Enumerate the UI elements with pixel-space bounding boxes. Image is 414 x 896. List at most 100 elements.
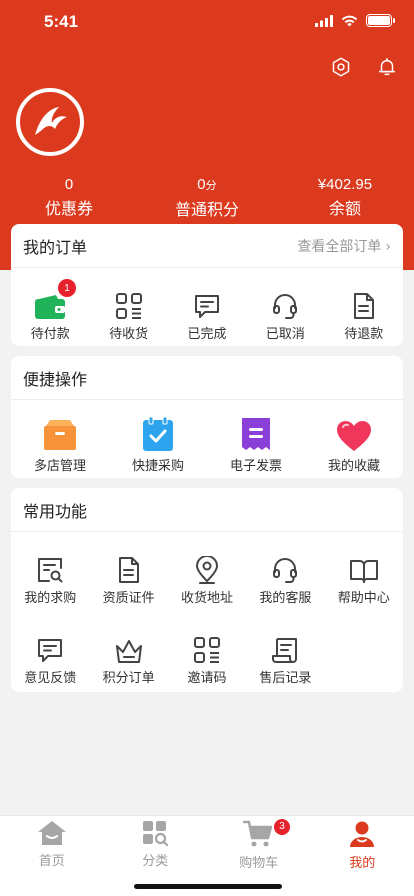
home-indicator xyxy=(134,884,282,889)
shortcut-multi-store[interactable]: 多店管理 xyxy=(11,412,109,476)
function-feedback[interactable]: 意见反馈 xyxy=(11,624,89,688)
avatar[interactable] xyxy=(16,88,84,156)
shortcut-label: 电子发票 xyxy=(229,459,282,474)
book-icon xyxy=(349,560,378,583)
crown-icon xyxy=(115,640,142,663)
function-label: 积分订单 xyxy=(102,671,155,686)
battery-icon xyxy=(366,14,395,27)
order-completed[interactable]: 已完成 xyxy=(168,280,246,344)
certificate-icon xyxy=(118,557,139,583)
tab-label: 我的 xyxy=(349,856,376,871)
stat-label: 优惠券 xyxy=(44,199,93,218)
order-pending-receipt[interactable]: 待收货 xyxy=(89,280,167,344)
shortcuts-header: 便捷操作 xyxy=(11,356,403,400)
stat-points[interactable]: 0分 普通积分 xyxy=(138,175,276,222)
tab-label: 首页 xyxy=(38,854,65,869)
shortcut-label: 多店管理 xyxy=(33,459,86,474)
function-certificates[interactable]: 资质证件 xyxy=(89,544,167,608)
cart-icon xyxy=(242,820,272,847)
view-all-label: 查看全部订单 xyxy=(297,238,382,255)
status-icons xyxy=(315,14,395,27)
shortcuts-card: 便捷操作 多店管理 快捷采购 电子发票 我的收藏 xyxy=(11,356,403,478)
order-label: 待收货 xyxy=(109,327,149,342)
function-label: 资质证件 xyxy=(102,591,155,606)
functions-card: 常用功能 我的求购 资质证件 收货地址 我的客服 帮助中心 意见反馈 积分订单 … xyxy=(11,488,403,692)
stat-value: 0 xyxy=(197,176,206,193)
status-bar: 5:41 xyxy=(0,0,414,44)
function-help-center[interactable]: 帮助中心 xyxy=(325,544,403,608)
receipt-icon xyxy=(242,418,270,450)
tab-profile[interactable]: 我的 xyxy=(311,816,414,871)
box-icon xyxy=(44,420,76,450)
stat-balance[interactable]: ¥402.95 余额 xyxy=(276,175,414,222)
order-pending-refund[interactable]: 待退款 xyxy=(325,280,403,344)
home-icon xyxy=(37,821,66,845)
order-label: 待退款 xyxy=(344,327,384,342)
order-label: 已完成 xyxy=(187,327,227,342)
category-icon xyxy=(143,821,169,847)
tab-home[interactable]: 首页 xyxy=(0,816,104,869)
signal-icon xyxy=(315,14,333,27)
function-points-orders[interactable]: 积分订单 xyxy=(89,624,167,688)
chevron-right-icon: › xyxy=(385,238,391,255)
function-label: 帮助中心 xyxy=(337,591,390,606)
brand-logo-icon xyxy=(35,107,67,135)
tab-cart[interactable]: 3 购物车 xyxy=(207,816,311,871)
function-invite-code[interactable]: 邀请码 xyxy=(168,624,246,688)
stat-value: 0 xyxy=(64,176,74,193)
stat-coupons[interactable]: 0 优惠券 xyxy=(0,175,138,222)
heart-icon xyxy=(337,421,371,451)
stat-unit: 分 xyxy=(205,180,217,192)
order-label: 待付款 xyxy=(30,327,70,342)
profile-icon xyxy=(350,821,375,847)
order-pending-payment[interactable]: 1 待付款 xyxy=(11,278,89,344)
shortcuts-title: 便捷操作 xyxy=(23,369,88,389)
function-label: 售后记录 xyxy=(259,671,312,686)
function-label: 我的求购 xyxy=(24,591,77,606)
stat-label: 余额 xyxy=(328,199,361,218)
orders-card: 我的订单 查看全部订单 › 1 待付款 待收货 已完成 已取消 待退款 xyxy=(11,224,403,346)
headset-icon xyxy=(273,294,298,319)
functions-header: 常用功能 xyxy=(11,488,403,532)
top-actions xyxy=(330,56,398,78)
orders-title: 我的订单 xyxy=(23,237,88,257)
bell-icon[interactable] xyxy=(376,56,398,78)
qr-box-icon xyxy=(115,293,142,319)
stats-row: 0 优惠券 0分 普通积分 ¥402.95 余额 xyxy=(0,175,414,222)
status-time: 5:41 xyxy=(44,12,79,31)
function-customer-service[interactable]: 我的客服 xyxy=(246,544,324,608)
shortcut-favorites[interactable]: 我的收藏 xyxy=(305,412,403,476)
cart-badge: 3 xyxy=(273,818,291,836)
location-icon xyxy=(195,556,218,584)
shortcut-quick-purchase[interactable]: 快捷采购 xyxy=(109,412,207,476)
function-my-requests[interactable]: 我的求购 xyxy=(11,544,89,608)
settings-icon[interactable] xyxy=(330,56,352,78)
functions-title: 常用功能 xyxy=(23,501,88,521)
document-icon xyxy=(353,293,374,319)
view-all-orders-link[interactable]: 查看全部订单 › xyxy=(297,236,391,256)
function-address[interactable]: 收货地址 xyxy=(168,544,246,608)
tab-label: 分类 xyxy=(142,854,169,869)
function-after-sales[interactable]: 售后记录 xyxy=(246,624,324,688)
orders-header: 我的订单 查看全部订单 › xyxy=(11,224,403,268)
shortcut-label: 我的收藏 xyxy=(327,459,380,474)
tab-label: 购物车 xyxy=(239,856,279,871)
function-label: 收货地址 xyxy=(180,591,233,606)
function-label: 我的客服 xyxy=(259,591,312,606)
search-doc-icon xyxy=(38,558,63,583)
headset-icon xyxy=(273,558,298,583)
function-label: 意见反馈 xyxy=(24,671,77,686)
tab-category[interactable]: 分类 xyxy=(104,816,208,869)
stat-value: ¥402.95 xyxy=(317,176,373,193)
clipboard-check-icon xyxy=(143,416,173,451)
order-label: 已取消 xyxy=(265,327,305,342)
shortcut-label: 快捷采购 xyxy=(131,459,184,474)
function-label: 邀请码 xyxy=(187,671,227,686)
tab-bar: 首页 分类 3 购物车 我的 xyxy=(0,815,414,896)
wallet-icon xyxy=(35,295,66,319)
qr-code-icon xyxy=(193,637,220,663)
shortcut-e-invoice[interactable]: 电子发票 xyxy=(207,412,305,476)
pending-payment-badge: 1 xyxy=(57,278,77,298)
message-check-icon xyxy=(194,295,219,318)
order-cancelled[interactable]: 已取消 xyxy=(246,280,324,344)
